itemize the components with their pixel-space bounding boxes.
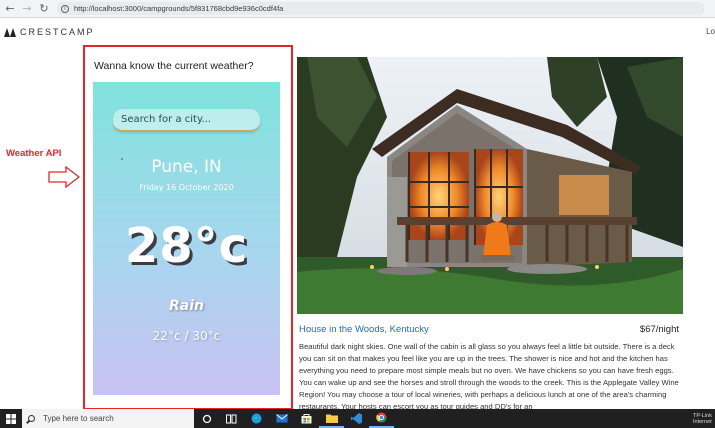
nav-link-login[interactable]: Lo	[706, 27, 715, 36]
taskbar-search[interactable]	[22, 409, 194, 428]
weather-heading: Wanna know the current weather?	[94, 60, 254, 72]
store-icon[interactable]	[294, 409, 319, 428]
weather-card: Pune, IN Friday 16 October 2020 28°c Rai…	[93, 82, 280, 395]
campground-title-link[interactable]: House in the Woods, Kentucky	[299, 324, 429, 335]
forward-arrow-icon[interactable]: →	[20, 2, 34, 16]
weather-condition: Rain	[169, 298, 204, 314]
city-name: Pune, IN	[151, 157, 222, 177]
site-info-icon[interactable]: i	[61, 4, 69, 13]
right-arrow-icon	[48, 166, 80, 188]
weather-widget: Wanna know the current weather? Pune, IN…	[83, 45, 293, 410]
edge-icon[interactable]	[244, 409, 269, 428]
windows-taskbar: TP-Link Internet	[0, 409, 715, 428]
campground-description: Beautiful dark night skies. One wall of …	[299, 342, 679, 409]
browser-toolbar: ← → ↻ i http://localhost:3000/campground…	[0, 0, 715, 18]
back-arrow-icon[interactable]: ←	[3, 2, 17, 16]
network-tray-label[interactable]: TP-Link Internet	[693, 413, 715, 425]
city-search-box[interactable]	[113, 109, 260, 132]
vscode-icon[interactable]	[344, 409, 369, 428]
reload-icon[interactable]: ↻	[37, 2, 51, 16]
city-search-input[interactable]	[121, 114, 251, 125]
site-navbar: CRESTCAMP Lo	[0, 18, 715, 46]
folder-icon[interactable]	[319, 409, 344, 428]
annotation-label: Weather API	[6, 148, 62, 159]
url-text[interactable]: http://localhost:3000/campgrounds/5f8317…	[74, 4, 283, 13]
brand-logo[interactable]: CRESTCAMP	[20, 27, 95, 37]
tents-icon[interactable]	[4, 27, 16, 37]
task-view-icon[interactable]	[219, 409, 244, 428]
system-tray: TP-Link Internet	[689, 409, 715, 428]
cortana-icon[interactable]	[194, 409, 219, 428]
taskbar-search-input[interactable]	[43, 414, 183, 423]
cabin-illustration	[297, 57, 683, 314]
weather-date: Friday 16 October 2020	[139, 183, 234, 192]
windows-start-icon[interactable]	[0, 409, 22, 428]
address-bar[interactable]: i http://localhost:3000/campgrounds/5f83…	[57, 2, 705, 15]
search-icon	[28, 415, 35, 422]
temperature-range: 22°c / 30°c	[152, 329, 221, 343]
cabin-photo	[297, 57, 683, 314]
temperature: 28°c	[124, 218, 249, 274]
mail-icon[interactable]	[269, 409, 294, 428]
campground-price: $67/night	[639, 324, 679, 335]
chrome-icon[interactable]	[369, 409, 394, 428]
